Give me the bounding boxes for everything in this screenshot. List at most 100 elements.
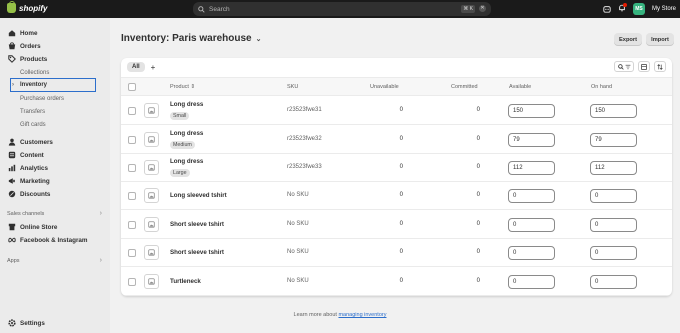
- sidebar-subitem-inventory[interactable]: › Inventory: [10, 78, 96, 92]
- table-row[interactable]: Long dress Small r23523fwe31 0 0 150 150: [121, 96, 672, 125]
- product-name[interactable]: Long dress: [170, 101, 203, 108]
- on-hand-quantity-input[interactable]: 0: [590, 246, 637, 260]
- sidebar-subitem-gift-cards[interactable]: Gift cards: [20, 119, 46, 131]
- unavailable-value[interactable]: 0: [391, 278, 403, 284]
- product-thumbnail: [144, 274, 159, 289]
- table-row[interactable]: Long dress Medium r23523fwe32 0 0 79 79: [121, 125, 672, 154]
- notifications-icon[interactable]: [618, 3, 627, 14]
- home-icon: [8, 29, 16, 37]
- shopify-bag-icon: [7, 1, 16, 13]
- on-hand-quantity-input[interactable]: 112: [590, 161, 637, 175]
- table-row[interactable]: Long sleeved tshirt No SKU 0 0 0 0: [121, 182, 672, 210]
- sidekick-icon[interactable]: [603, 5, 611, 13]
- clear-search-icon[interactable]: ✕: [479, 5, 486, 12]
- row-checkbox[interactable]: [128, 278, 136, 286]
- sidebar-item-label: Discounts: [20, 190, 51, 198]
- unavailable-value[interactable]: 0: [391, 136, 403, 142]
- available-quantity-input[interactable]: 112: [508, 161, 555, 175]
- search-input[interactable]: Search ⌘ K ✕: [193, 2, 491, 16]
- shopify-logo[interactable]: shopify: [7, 1, 47, 13]
- apps-chevron-icon[interactable]: ›: [100, 257, 102, 264]
- select-all-checkbox[interactable]: [128, 83, 136, 91]
- product-name[interactable]: Long dress: [170, 130, 203, 137]
- row-checkbox[interactable]: [128, 107, 136, 115]
- avatar[interactable]: MS: [632, 3, 645, 15]
- sidebar-subitem-transfers[interactable]: Transfers: [20, 106, 45, 118]
- sidebar-item-analytics[interactable]: Analytics: [0, 162, 110, 174]
- import-button[interactable]: Import: [646, 33, 674, 46]
- image-placeholder-icon: [148, 136, 155, 143]
- table-row[interactable]: Long dress Large r23523fwe33 0 0 112 112: [121, 154, 672, 182]
- available-quantity-input[interactable]: 150: [508, 104, 555, 118]
- chart-icon: [8, 164, 16, 172]
- on-hand-quantity-input[interactable]: 0: [590, 189, 637, 203]
- on-hand-quantity-input[interactable]: 150: [590, 104, 637, 118]
- sidebar-subitem-purchase-orders[interactable]: Purchase orders: [20, 93, 64, 105]
- columns-button[interactable]: [638, 61, 650, 72]
- column-header-product[interactable]: Product ⇕: [170, 84, 195, 90]
- footer-note: Learn more about managing inventory: [0, 312, 680, 318]
- unavailable-value[interactable]: 0: [391, 107, 403, 113]
- available-quantity-input[interactable]: 0: [508, 189, 555, 203]
- row-checkbox[interactable]: [128, 164, 136, 172]
- image-placeholder-icon: [148, 107, 155, 114]
- sidebar-item-settings[interactable]: Settings: [0, 317, 110, 329]
- committed-value: 0: [476, 278, 480, 284]
- tab-all[interactable]: All: [127, 62, 145, 72]
- unavailable-value[interactable]: 0: [391, 221, 403, 227]
- product-thumbnail: [144, 217, 159, 232]
- managing-inventory-link[interactable]: managing inventory: [338, 312, 386, 318]
- sidebar-item-customers[interactable]: Customers: [0, 136, 110, 148]
- row-checkbox[interactable]: [128, 136, 136, 144]
- available-quantity-input[interactable]: 0: [508, 275, 555, 289]
- row-checkbox[interactable]: [128, 249, 136, 257]
- sidebar-item-label: Products: [20, 55, 48, 63]
- sales-channels-chevron-icon[interactable]: ›: [100, 210, 102, 217]
- sidebar-item-products[interactable]: Products: [0, 53, 110, 65]
- product-name[interactable]: Short sleeve tshirt: [170, 249, 224, 256]
- committed-value: 0: [476, 107, 480, 113]
- row-checkbox[interactable]: [128, 192, 136, 200]
- sidebar-item-online-store[interactable]: Online Store: [0, 221, 110, 233]
- sidebar-item-label: Facebook & Instagram: [20, 236, 88, 244]
- sidebar-item-orders[interactable]: Orders: [0, 40, 110, 52]
- product-name[interactable]: Turtleneck: [170, 278, 201, 285]
- sidebar-item-label: Settings: [20, 319, 45, 327]
- content-icon: [8, 151, 16, 159]
- sidebar-item-content[interactable]: Content: [0, 149, 110, 161]
- table-row[interactable]: Turtleneck No SKU 0 0 0 0: [121, 267, 672, 296]
- store-name[interactable]: My Store: [652, 6, 676, 12]
- sidebar-item-marketing[interactable]: Marketing: [0, 175, 110, 187]
- on-hand-quantity-input[interactable]: 0: [590, 218, 637, 232]
- product-name[interactable]: Short sleeve tshirt: [170, 221, 224, 228]
- image-placeholder-icon: [148, 221, 155, 228]
- sku-value: No SKU: [287, 192, 309, 198]
- page-title[interactable]: Inventory: Paris warehouse ⌄: [121, 33, 261, 44]
- available-quantity-input[interactable]: 79: [508, 133, 555, 147]
- page-title-text: Inventory: Paris warehouse: [121, 33, 252, 44]
- unavailable-value[interactable]: 0: [391, 164, 403, 170]
- on-hand-quantity-input[interactable]: 79: [590, 133, 637, 147]
- available-quantity-input[interactable]: 0: [508, 246, 555, 260]
- product-name[interactable]: Long sleeved tshirt: [170, 192, 227, 199]
- sidebar-item-home[interactable]: Home: [0, 27, 110, 39]
- add-view-icon[interactable]: +: [151, 63, 156, 72]
- chevron-down-icon[interactable]: ⌄: [256, 36, 262, 43]
- sort-button[interactable]: [654, 61, 666, 72]
- sidebar-item-discounts[interactable]: Discounts: [0, 188, 110, 200]
- export-button[interactable]: Export: [614, 33, 642, 46]
- product-name[interactable]: Long dress: [170, 158, 203, 165]
- available-quantity-input[interactable]: 0: [508, 218, 555, 232]
- table-row[interactable]: Short sleeve tshirt No SKU 0 0 0 0: [121, 210, 672, 239]
- sidebar-item-facebook-instagram[interactable]: Facebook & Instagram: [0, 234, 110, 246]
- on-hand-quantity-input[interactable]: 0: [590, 275, 637, 289]
- committed-value: 0: [476, 164, 480, 170]
- image-placeholder-icon: [148, 164, 155, 171]
- column-header-on-hand: On hand: [591, 84, 613, 90]
- search-filter-button[interactable]: [614, 61, 634, 72]
- unavailable-value[interactable]: 0: [391, 192, 403, 198]
- table-row[interactable]: Short sleeve tshirt No SKU 0 0 0 0: [121, 239, 672, 267]
- unavailable-value[interactable]: 0: [391, 249, 403, 255]
- gear-icon: [8, 319, 16, 327]
- row-checkbox[interactable]: [128, 221, 136, 229]
